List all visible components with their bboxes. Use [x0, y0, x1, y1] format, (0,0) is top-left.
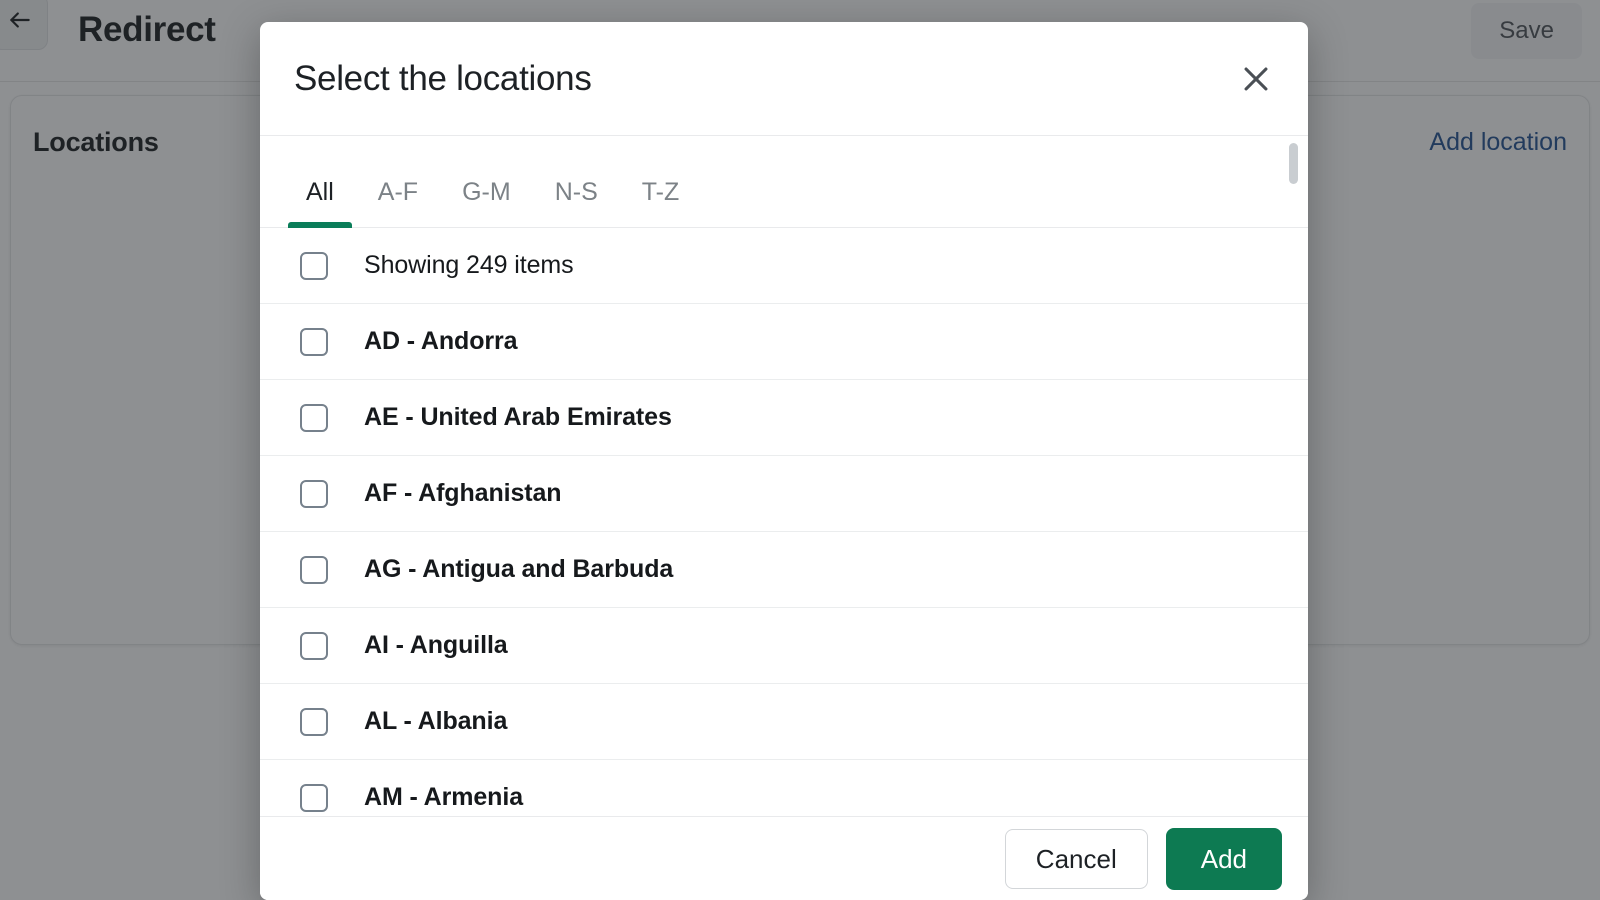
row-checkbox[interactable] — [300, 403, 328, 432]
tab-label: A-F — [377, 178, 419, 206]
list-item[interactable]: AM - Armenia — [260, 760, 1308, 816]
row-checkbox[interactable] — [300, 707, 328, 736]
add-button[interactable]: Add — [1165, 827, 1282, 890]
tab-all[interactable]: All — [284, 178, 356, 228]
select-all-row[interactable]: Showing 249 items — [260, 228, 1308, 304]
row-checkbox[interactable] — [300, 783, 328, 812]
row-checkbox[interactable] — [300, 631, 328, 660]
row-checkbox[interactable] — [300, 251, 328, 280]
row-label: Showing 249 items — [364, 251, 574, 279]
tab-g-m[interactable]: G-M — [440, 180, 533, 227]
modal-scrollbar-thumb[interactable] — [1289, 142, 1298, 184]
modal-body: All A-F G-M N-S T-Z Showing 249 items AD - An… — [260, 136, 1308, 816]
row-label: AE - United Arab Emirates — [364, 403, 672, 431]
row-label: AL - Albania — [364, 707, 508, 735]
close-icon[interactable] — [1234, 57, 1278, 101]
list-item[interactable]: AG - Antigua and Barbuda — [260, 532, 1308, 608]
row-label: AM - Armenia — [364, 783, 524, 811]
tab-t-z[interactable]: T-Z — [620, 180, 702, 227]
list-item[interactable]: AD - Andorra — [260, 304, 1308, 380]
row-checkbox[interactable] — [300, 555, 328, 584]
row-checkbox[interactable] — [300, 327, 328, 356]
row-label: AI - Anguilla — [364, 631, 508, 659]
tab-label: N-S — [554, 178, 598, 206]
list-item[interactable]: AE - United Arab Emirates — [260, 380, 1308, 456]
modal-title: Select the locations — [294, 58, 592, 98]
modal-header: Select the locations — [260, 22, 1308, 136]
list-item[interactable]: AL - Albania — [260, 684, 1308, 760]
app-root: Redirect Save Locations Add location Sel… — [0, 0, 1600, 900]
modal-scrollbar-track[interactable] — [1289, 136, 1298, 816]
cancel-button[interactable]: Cancel — [1004, 828, 1148, 889]
tab-label: G-M — [462, 178, 511, 206]
tab-n-s[interactable]: N-S — [533, 180, 620, 227]
row-label: AF - Afghanistan — [364, 479, 562, 507]
row-label: AD - Andorra — [364, 327, 518, 355]
tab-label: T-Z — [641, 178, 680, 206]
tab-label: All — [306, 178, 334, 206]
locations-list: Showing 249 items AD - Andorra AE - United… — [260, 228, 1308, 816]
row-label: AG - Antigua and Barbuda — [364, 555, 674, 583]
alphabet-tabs: All A-F G-M N-S T-Z — [260, 136, 1308, 228]
row-checkbox[interactable] — [300, 479, 328, 508]
list-item[interactable]: AI - Anguilla — [260, 608, 1308, 684]
modal-footer: Cancel Add — [260, 816, 1308, 900]
list-item[interactable]: AF - Afghanistan — [260, 456, 1308, 532]
select-locations-modal: Select the locations All A-F G-M N-S T-Z Sho… — [260, 22, 1308, 900]
tab-a-f[interactable]: A-F — [356, 180, 440, 227]
